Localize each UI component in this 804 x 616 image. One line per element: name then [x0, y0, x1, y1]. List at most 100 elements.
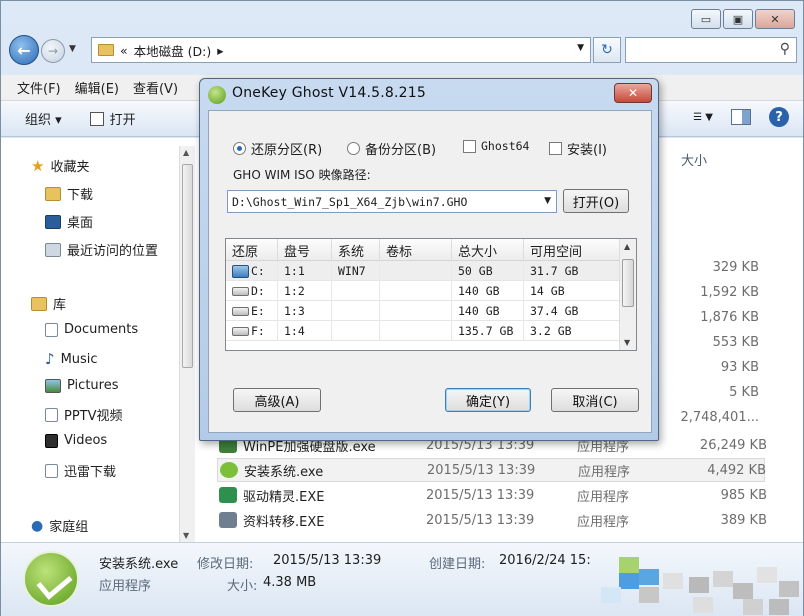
nav-favorites-label: 收藏夹: [50, 160, 90, 175]
radio-selected-icon[interactable]: [233, 142, 246, 155]
column-free-space[interactable]: 可用空间: [524, 239, 620, 261]
nav-music[interactable]: ♪ Music: [45, 350, 98, 368]
partition-row[interactable]: E: 1:3 140 GB 37.4 GB: [226, 301, 620, 321]
nav-favorites[interactable]: ★ 收藏夹: [31, 156, 90, 176]
ghost-app-icon: [208, 86, 226, 104]
scrollbar-thumb[interactable]: [622, 259, 634, 307]
organize-button[interactable]: 组织 ▾: [25, 109, 62, 128]
downloads-folder-icon: [45, 186, 61, 201]
close-button[interactable]: ✕: [755, 9, 795, 29]
nav-xunlei[interactable]: 迅雷下载: [45, 461, 116, 480]
open-button[interactable]: 打开: [89, 109, 136, 128]
nav-videos-label: Videos: [64, 433, 108, 448]
search-input[interactable]: ⚲: [625, 37, 797, 63]
image-path-select[interactable]: D:\Ghost_Win7_Sp1_X64_Zjb\win7.GHO ▼: [227, 190, 557, 213]
library-icon: [31, 296, 47, 311]
nav-recent-label: 最近访问的位置: [67, 244, 159, 259]
nav-homegroup[interactable]: ● 家庭组: [31, 516, 88, 536]
ghost-exe-icon: [220, 462, 238, 478]
column-volume-label[interactable]: 卷标: [380, 239, 452, 261]
menu-view[interactable]: 查看(V): [133, 78, 178, 97]
scrollbar-thumb[interactable]: [182, 164, 193, 368]
nav-pictures[interactable]: Pictures: [45, 378, 118, 393]
partition-free: 37.4 GB: [524, 301, 620, 321]
partition-free: 3.2 GB: [524, 321, 620, 341]
nav-videos[interactable]: Videos: [45, 433, 107, 448]
nav-recent[interactable]: 最近访问的位置: [45, 240, 158, 259]
ghost64-checkbox[interactable]: Ghost64: [463, 139, 529, 153]
partition-drive: F:: [226, 321, 278, 341]
scroll-up-icon[interactable]: ▲: [624, 242, 630, 251]
partition-table-scrollbar[interactable]: ▲ ▼: [619, 239, 636, 350]
onekey-ghost-dialog: OneKey Ghost V14.5.8.215 ✕ 还原分区(R) 备份分区(…: [199, 78, 659, 441]
nav-library[interactable]: 库: [31, 294, 66, 313]
restore-partition-radio[interactable]: 还原分区(R): [233, 139, 322, 158]
file-size: 553 KB: [712, 335, 759, 350]
install-checkbox[interactable]: 安装(I): [549, 139, 607, 158]
details-modified-label: 修改日期:: [197, 557, 254, 572]
maximize-button[interactable]: ▣: [723, 9, 753, 29]
file-row-selected[interactable]: 安装系统.exe 2015/5/13 13:39 应用程序 4,492 KB: [217, 458, 766, 482]
menu-edit[interactable]: 编辑(E): [75, 78, 119, 97]
partition-row[interactable]: C: 1:1 WIN7 50 GB 31.7 GB: [226, 261, 620, 281]
cancel-button[interactable]: 取消(C): [551, 388, 639, 412]
nav-pptv[interactable]: PPTV视频: [45, 405, 123, 424]
history-dropdown[interactable]: ▼: [69, 44, 76, 54]
minimize-button[interactable]: ▭: [691, 9, 721, 29]
chevron-down-icon[interactable]: ▼: [544, 196, 551, 206]
forward-button[interactable]: →: [41, 39, 65, 63]
column-disk-no[interactable]: 盘号: [278, 239, 332, 261]
column-restore[interactable]: 还原: [226, 239, 278, 261]
address-bar[interactable]: « 本地磁盘 (D:) ▸ ▼: [91, 37, 591, 63]
address-separator[interactable]: ▸: [217, 43, 223, 58]
file-name: 驱动精灵.EXE: [243, 489, 325, 505]
partition-row[interactable]: F: 1:4 135.7 GB 3.2 GB: [226, 321, 620, 341]
details-pane: 安装系统.exe 修改日期: 2015/5/13 13:39 应用程序 大小: …: [1, 542, 803, 616]
dialog-close-button[interactable]: ✕: [614, 83, 652, 103]
checkbox-icon[interactable]: [463, 139, 476, 153]
scroll-down-icon[interactable]: ▼: [183, 531, 189, 540]
preview-pane-icon[interactable]: [731, 109, 751, 125]
file-size: 389 KB: [720, 512, 767, 528]
exe-icon: [219, 487, 237, 503]
address-prefix[interactable]: «: [120, 43, 128, 58]
file-row[interactable]: 驱动精灵.EXE 2015/5/13 13:39 应用程序 985 KB: [217, 483, 767, 507]
view-options-icon[interactable]: ☰ ▼: [693, 112, 713, 123]
help-icon[interactable]: ?: [769, 107, 789, 127]
nav-documents[interactable]: Documents: [45, 322, 138, 337]
ghost64-label: Ghost64: [481, 139, 530, 153]
file-size: 1,876 KB: [700, 310, 759, 325]
partition-drive: D:: [226, 281, 278, 301]
drive-letter: C:: [251, 264, 265, 278]
restore-partition-label: 还原分区(R): [251, 143, 323, 158]
scroll-down-icon[interactable]: ▼: [624, 338, 630, 347]
refresh-button[interactable]: ↻: [593, 37, 621, 63]
radio-icon[interactable]: [347, 142, 360, 155]
nav-desktop[interactable]: 桌面: [45, 212, 93, 231]
column-system[interactable]: 系统: [332, 239, 380, 261]
search-icon: ⚲: [779, 41, 790, 57]
menu-file[interactable]: 文件(F): [17, 78, 61, 97]
ok-button[interactable]: 确定(Y): [445, 388, 531, 412]
open-image-button[interactable]: 打开(O): [563, 189, 629, 213]
close-icon: ✕: [627, 86, 639, 100]
scroll-up-icon[interactable]: ▲: [183, 148, 189, 157]
file-row[interactable]: 资料转移.EXE 2015/5/13 13:39 应用程序 389 KB: [217, 508, 767, 532]
column-header-size[interactable]: 大小: [681, 150, 707, 169]
partition-total: 135.7 GB: [452, 321, 524, 341]
details-created-label: 创建日期:: [429, 557, 486, 572]
backup-partition-radio[interactable]: 备份分区(B): [347, 139, 436, 158]
address-dropdown-icon[interactable]: ▼: [577, 43, 584, 53]
file-name: 资料转移.EXE: [243, 514, 325, 530]
navigation-scrollbar[interactable]: ▲ ▼: [179, 146, 195, 542]
checkbox-icon[interactable]: [549, 142, 562, 155]
nav-downloads[interactable]: 下载: [45, 184, 93, 203]
address-path[interactable]: 本地磁盘 (D:): [134, 41, 212, 60]
back-button[interactable]: ←: [9, 35, 39, 65]
column-total-size[interactable]: 总大小: [452, 239, 524, 261]
nav-pictures-label: Pictures: [67, 378, 119, 393]
details-file-name: 安装系统.exe: [99, 557, 179, 572]
advanced-button[interactable]: 高级(A): [233, 388, 321, 412]
partition-row[interactable]: D: 1:2 140 GB 14 GB: [226, 281, 620, 301]
minimize-icon: ▭: [700, 12, 712, 26]
